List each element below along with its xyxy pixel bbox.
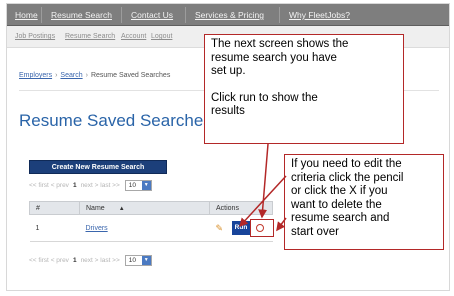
nav-resume-search[interactable]: Resume Search — [51, 10, 112, 20]
nav-why-fleetjobs[interactable]: Why FleetJobs? — [289, 10, 350, 20]
per-page-value: 10 — [128, 257, 137, 264]
subnav-resume-search[interactable]: Resume Search — [65, 33, 115, 40]
callout-spacer — [211, 79, 397, 92]
subnav-account[interactable]: Account — [121, 33, 146, 40]
pager-next[interactable]: next > — [81, 257, 99, 264]
run-button[interactable]: Run — [231, 221, 251, 235]
pager-current-page: 1 — [72, 182, 77, 189]
nav-separator — [41, 7, 42, 23]
table-row: 1 Drivers ✎ Run — [29, 214, 273, 242]
callout-line: results — [211, 105, 245, 117]
run-button-highlight — [250, 219, 274, 237]
breadcrumb-arrow-icon: › — [55, 72, 58, 79]
pager-first[interactable]: << first — [29, 257, 49, 264]
nav-separator — [279, 7, 280, 23]
header-actions: Actions — [209, 201, 273, 215]
pager-prev[interactable]: < prev — [51, 182, 69, 189]
callout-line: The next screen shows the — [211, 38, 349, 50]
pager-bottom: << first < prev 1 next > last >> 10 ▼ — [29, 255, 152, 266]
sort-arrow-icon: ▲ — [118, 205, 125, 212]
callout-line: or click the X if you — [291, 185, 388, 197]
nav-separator — [185, 7, 186, 23]
create-new-resume-search-button[interactable]: Create New Resume Search — [29, 160, 167, 174]
callout-line: start over — [291, 225, 339, 238]
per-page-value: 10 — [128, 182, 137, 189]
pager-last[interactable]: last >> — [100, 182, 120, 189]
callout-line: If you need to edit the — [291, 158, 402, 170]
pager-first[interactable]: << first — [29, 182, 49, 189]
callout-line: want to delete the — [291, 198, 382, 211]
page-title: Resume Saved Searches — [19, 111, 212, 130]
row-number: 1 — [29, 214, 80, 242]
pager-last[interactable]: last >> — [100, 257, 120, 264]
header-number: # — [29, 201, 80, 215]
breadcrumb-employers[interactable]: Employers — [19, 72, 52, 79]
callout-line: Click run to show the — [211, 91, 318, 104]
search-name-link[interactable]: Drivers — [86, 225, 108, 232]
per-page-select[interactable]: 10 ▼ — [124, 180, 152, 191]
saved-searches-table: # Name ▲ Actions 1 Drivers ✎ Run — [29, 201, 273, 242]
nav-services-pricing[interactable]: Services & Pricing — [195, 10, 264, 20]
pager-top: << first < prev 1 next > last >> 10 ▼ — [29, 180, 152, 191]
callout-edit-delete-instructions: If you need to edit the criteria click t… — [284, 154, 444, 250]
header-name-label: Name — [86, 204, 105, 212]
callout-run-instructions: The next screen shows the resume search … — [204, 34, 404, 144]
pencil-edit-icon[interactable]: ✎ — [216, 223, 226, 233]
chevron-down-icon: ▼ — [141, 256, 151, 265]
pager-next[interactable]: next > — [81, 182, 99, 189]
subnav-job-postings[interactable]: Job Postings — [15, 33, 55, 40]
table-header-row: # Name ▲ Actions — [29, 201, 273, 215]
breadcrumb-current: Resume Saved Searches — [90, 72, 171, 79]
breadcrumb: Employers › Search › Resume Saved Searches — [19, 72, 170, 79]
pager-current-page: 1 — [72, 257, 77, 264]
subnav-logout[interactable]: Logout — [151, 33, 172, 40]
nav-home[interactable]: Home — [15, 10, 38, 20]
callout-line: criteria click the pencil — [291, 171, 404, 184]
breadcrumb-arrow-icon: › — [85, 72, 88, 79]
header-name[interactable]: Name ▲ — [79, 201, 210, 215]
nav-separator — [121, 7, 122, 23]
chevron-down-icon: ▼ — [141, 181, 151, 190]
nav-contact-us[interactable]: Contact Us — [131, 10, 173, 20]
pager-prev[interactable]: < prev — [51, 257, 69, 264]
callout-line: resume search and — [291, 212, 390, 224]
top-nav: Home Resume Search Contact Us Services &… — [7, 4, 449, 26]
callout-line: resume search you have — [211, 51, 337, 64]
callout-line: set up. — [211, 65, 246, 77]
breadcrumb-search[interactable]: Search — [60, 72, 82, 79]
per-page-select[interactable]: 10 ▼ — [124, 255, 152, 266]
